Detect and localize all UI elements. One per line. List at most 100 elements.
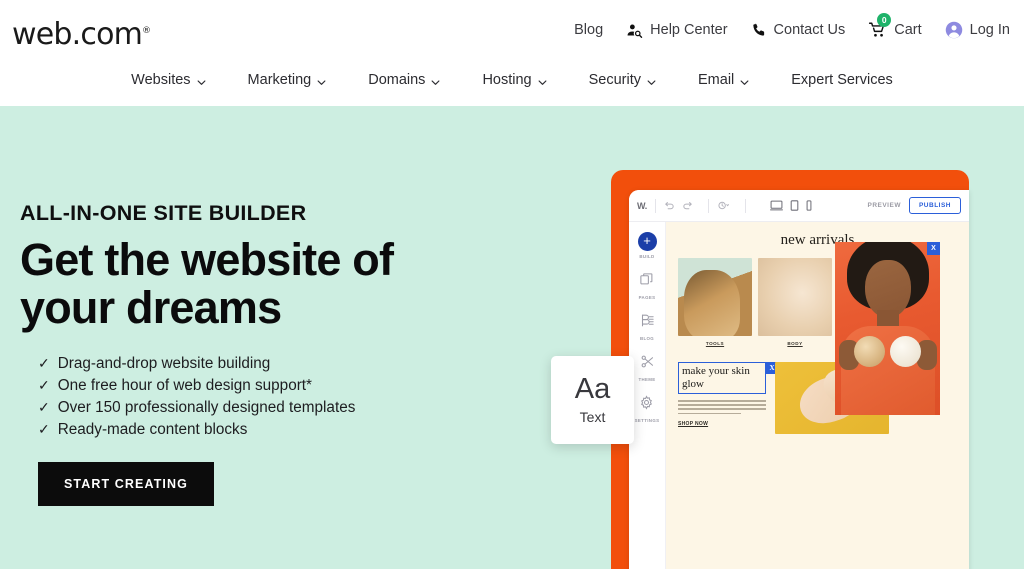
cart-count-badge: 0 xyxy=(877,13,892,27)
caption-label[interactable]: BODY xyxy=(758,341,832,346)
utility-nav-item-blog[interactable]: Blog xyxy=(574,22,603,38)
plus-circle-icon: + xyxy=(637,232,657,251)
site-header: web.com® Blog Help Center Contact Us 0 C… xyxy=(0,0,1024,106)
site-logo[interactable]: web.com® xyxy=(12,17,151,52)
builder-toolbar: W. PREVIEW PUBLISH xyxy=(629,190,969,222)
utility-nav-label: Help Center xyxy=(650,22,728,38)
sidebar-item-label: BUILD xyxy=(639,254,655,259)
nav-item-label: Expert Services xyxy=(791,72,893,88)
sidebar-item-theme[interactable]: THEME xyxy=(638,354,655,382)
gear-icon xyxy=(639,395,654,415)
list-item: ✓ One free hour of web design support* xyxy=(38,375,540,397)
pages-icon xyxy=(639,272,654,292)
chevron-down-icon xyxy=(317,75,326,85)
desktop-view-icon[interactable] xyxy=(769,200,783,211)
text-element-card[interactable]: Aa Text xyxy=(551,356,634,444)
builder-sidebar: + BUILD PAGES BLOG THEME SETTINGS xyxy=(629,222,666,569)
shop-now-link[interactable]: SHOP NOW xyxy=(678,421,766,427)
nav-item-domains[interactable]: Domains xyxy=(347,72,461,88)
selected-text-value: make your skin glow xyxy=(682,365,750,390)
utility-nav: Blog Help Center Contact Us 0 Cart Log I… xyxy=(574,13,1010,39)
nav-item-label: Hosting xyxy=(482,72,532,88)
chevron-down-icon xyxy=(740,75,749,85)
publish-button[interactable]: PUBLISH xyxy=(908,197,961,214)
feature-label: Ready-made content blocks xyxy=(57,420,248,438)
check-icon: ✓ xyxy=(38,377,50,394)
utility-nav-item-log-in[interactable]: Log In xyxy=(945,21,1010,39)
redo-icon[interactable] xyxy=(682,200,693,211)
placeholder-paragraph xyxy=(678,399,766,415)
chevron-down-icon xyxy=(197,75,206,85)
cart-icon: 0 xyxy=(868,13,892,39)
tablet-view-icon[interactable] xyxy=(790,200,799,211)
list-item: ✓ Drag-and-drop website building xyxy=(38,353,540,375)
check-icon: ✓ xyxy=(38,420,50,437)
nav-item-marketing[interactable]: Marketing xyxy=(227,72,348,88)
blog-icon xyxy=(640,313,655,333)
history-icon[interactable] xyxy=(717,200,730,211)
toolbar-divider xyxy=(707,198,709,213)
photo-body[interactable] xyxy=(758,258,832,336)
toolbar-divider xyxy=(654,198,656,213)
model-compact-left xyxy=(854,336,885,367)
main-nav: Websites Marketing Domains Hosting Secur… xyxy=(0,72,1024,88)
toolbar-divider xyxy=(744,198,746,213)
utility-nav-item-help-center[interactable]: Help Center xyxy=(626,22,728,39)
caption-label[interactable]: TOOLS xyxy=(678,341,752,346)
list-item: ✓ Over 150 professionally designed templ… xyxy=(38,397,540,419)
utility-nav-label: Cart xyxy=(894,22,922,38)
hero-copy: ALL-IN-ONE SITE BUILDER Get the website … xyxy=(20,201,540,507)
utility-nav-item-cart[interactable]: 0 Cart xyxy=(868,13,922,39)
scissors-icon xyxy=(640,354,655,374)
hero-feature-list: ✓ Drag-and-drop website building ✓ One f… xyxy=(38,353,540,440)
text-sample: Aa xyxy=(574,373,611,405)
nav-item-label: Email xyxy=(698,72,735,88)
check-icon: ✓ xyxy=(38,398,50,415)
undo-icon[interactable] xyxy=(664,200,675,211)
selected-text-element[interactable]: make your skin glow X xyxy=(678,362,778,394)
utility-nav-label: Log In xyxy=(969,22,1010,38)
feature-label: Over 150 professionally designed templat… xyxy=(57,398,356,416)
sidebar-item-settings[interactable]: SETTINGS xyxy=(635,395,660,423)
sidebar-item-label: THEME xyxy=(638,377,656,382)
utility-nav-label: Blog xyxy=(574,22,604,38)
canvas-text-block: make your skin glow X SHOP NOW xyxy=(678,362,778,434)
sidebar-item-pages[interactable]: PAGES xyxy=(639,272,656,300)
chevron-down-icon xyxy=(647,75,656,85)
nav-item-websites[interactable]: Websites xyxy=(110,72,226,88)
sidebar-item-label: PAGES xyxy=(638,295,656,300)
mobile-view-icon[interactable] xyxy=(806,200,812,211)
builder-logo: W. xyxy=(637,200,647,211)
text-card-label: Text xyxy=(579,409,606,425)
check-icon: ✓ xyxy=(38,355,50,372)
chevron-down-icon xyxy=(538,75,547,85)
sidebar-item-blog[interactable]: BLOG xyxy=(640,313,655,341)
start-creating-button[interactable]: START CREATING xyxy=(38,462,214,507)
photo-model-selected[interactable]: X xyxy=(835,242,940,415)
nav-item-label: Marketing xyxy=(247,72,312,88)
preview-button[interactable]: PREVIEW xyxy=(867,202,900,209)
hero-headline: Get the website of your dreams xyxy=(20,236,540,331)
nav-item-expert-services[interactable]: Expert Services xyxy=(770,72,914,88)
sidebar-item-label: SETTINGS xyxy=(634,418,660,423)
person-search-icon xyxy=(626,22,643,39)
hero-headline-line1: Get the website of xyxy=(20,234,394,285)
sidebar-item-build[interactable]: + BUILD xyxy=(637,232,657,259)
product-mockup: W. PREVIEW PUBLISH + BUILD PAGES BLOG TH… xyxy=(611,170,969,569)
nav-item-hosting[interactable]: Hosting xyxy=(461,72,567,88)
feature-label: Drag-and-drop website building xyxy=(57,355,271,373)
utility-nav-label: Contact Us xyxy=(773,22,846,38)
photo-tools[interactable] xyxy=(678,258,752,336)
logo-text: web.com xyxy=(12,17,143,52)
hero-eyebrow: ALL-IN-ONE SITE BUILDER xyxy=(20,201,307,225)
nav-item-label: Websites xyxy=(131,72,191,88)
utility-nav-item-contact-us[interactable]: Contact Us xyxy=(751,22,846,38)
account-circle-icon xyxy=(945,21,963,39)
close-icon[interactable]: X xyxy=(927,242,940,255)
hero-section: ALL-IN-ONE SITE BUILDER Get the website … xyxy=(0,106,1024,569)
nav-item-security[interactable]: Security xyxy=(568,72,677,88)
sidebar-item-label: BLOG xyxy=(639,336,655,341)
nav-item-label: Domains xyxy=(368,72,426,88)
feature-label: One free hour of web design support* xyxy=(57,377,312,395)
nav-item-email[interactable]: Email xyxy=(677,72,770,88)
